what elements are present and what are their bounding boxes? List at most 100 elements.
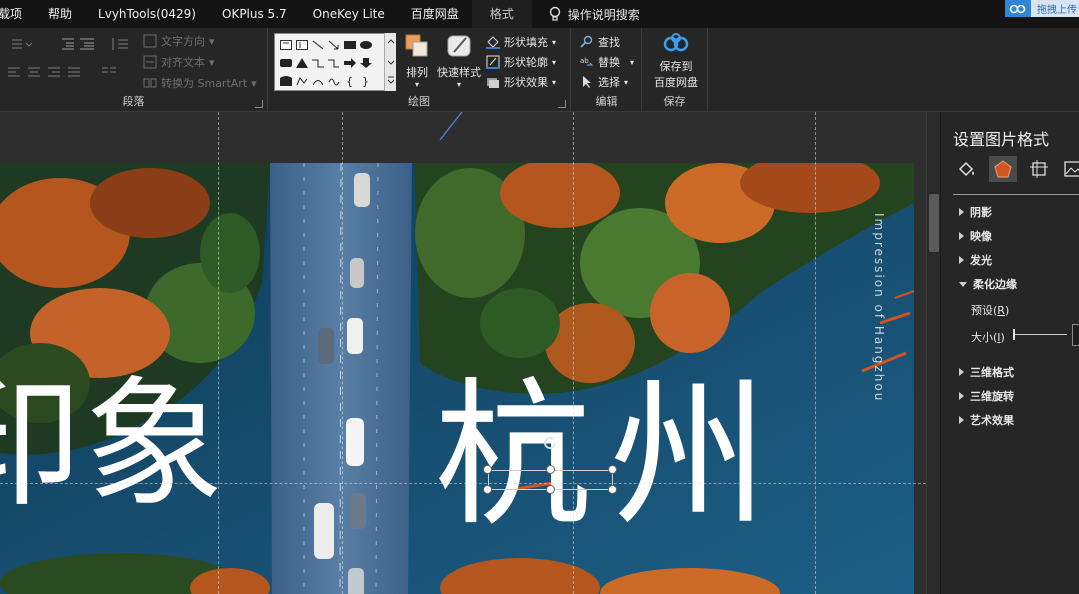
selection-handle[interactable] (546, 485, 555, 494)
menu-baidu-netdisk[interactable]: 百度网盘 (398, 0, 472, 28)
vertical-scrollbar[interactable] (926, 112, 940, 594)
shape-fill-label: 形状填充 (504, 36, 548, 49)
tab-effects[interactable] (989, 156, 1017, 182)
tab-picture[interactable] (1059, 156, 1079, 182)
gallery-scroll[interactable] (384, 33, 396, 91)
tab-fill-line[interactable] (953, 156, 981, 182)
tell-me-search[interactable]: 操作说明搜索 (532, 6, 640, 23)
alignment-buttons[interactable] (6, 66, 92, 80)
align-text-button[interactable]: 对齐文本 ▾ (143, 54, 215, 70)
baidu-upload-badge[interactable]: 拖拽上传 (1005, 0, 1079, 17)
text-direction-button[interactable]: 文字方向 ▾ (143, 33, 215, 49)
size-slider-thumb[interactable] (1013, 329, 1015, 340)
select-button[interactable]: 选择 ▾ (580, 74, 628, 90)
columns-button[interactable] (100, 66, 122, 80)
tab-format[interactable]: 格式 (471, 0, 532, 28)
section-3d-format[interactable]: 三维格式 (959, 364, 1014, 380)
triangle-shape[interactable] (294, 54, 309, 72)
connector-line[interactable] (438, 112, 464, 142)
size-spin-box[interactable] (1072, 324, 1079, 346)
section-3d-rotation[interactable]: 三维旋转 (959, 388, 1014, 404)
rotate-handle-icon[interactable] (542, 435, 558, 451)
shape-outline-button[interactable]: 形状轮廓 ▾ (486, 54, 556, 70)
section-soft-edges[interactable]: 柔化边缘 (959, 276, 1017, 292)
scribble-shape[interactable] (326, 72, 341, 90)
find-button[interactable]: 查找 (580, 34, 620, 50)
freeform-shape[interactable] (294, 72, 309, 90)
text-direction-label: 文字方向 (161, 35, 205, 48)
scrollbar-thumb[interactable] (929, 194, 939, 252)
line-shape[interactable] (310, 36, 325, 54)
shape-effects-button[interactable]: 形状效果 ▾ (486, 74, 556, 90)
quick-styles-button[interactable]: 快速样式 ▾ (436, 32, 482, 89)
section-glow[interactable]: 发光 (959, 252, 992, 268)
vertical-caption[interactable]: Impression of Hangzhou (870, 213, 886, 402)
shape-fill-button[interactable]: 形状填充 ▾ (486, 34, 556, 50)
section-reflection[interactable]: 映像 (959, 228, 992, 244)
find-label: 查找 (598, 36, 620, 49)
editing-group: 查找 ab 替换 ▾ 选择 ▾ 编辑 (572, 28, 642, 112)
section-soft-edges-label: 柔化边缘 (973, 278, 1017, 291)
line-spacing-button[interactable] (110, 37, 136, 51)
ribbon: 文字方向 ▾ 对齐文本 ▾ 转换为 SmartArt ▾ 段落 绘图 {} 排… (0, 28, 1079, 112)
elbow-arrow-shape[interactable] (326, 54, 341, 72)
title-right[interactable]: 杭州 (434, 371, 786, 541)
section-artistic-effects[interactable]: 艺术效果 (959, 412, 1014, 428)
rectangle-shape[interactable] (342, 36, 357, 54)
selection-handle[interactable] (483, 485, 492, 494)
down-arrow-shape[interactable] (358, 54, 373, 72)
pen-outline-icon (486, 55, 500, 69)
convert-smartart-button[interactable]: 转换为 SmartArt ▾ (143, 75, 257, 91)
align-text-label: 对齐文本 (161, 56, 205, 69)
size-slider[interactable] (1015, 334, 1067, 335)
curve-shape[interactable] (310, 72, 325, 90)
smartart-icon (143, 78, 157, 88)
selection-handle[interactable] (483, 465, 492, 474)
menu-help[interactable]: 帮助 (35, 0, 85, 28)
replace-button[interactable]: ab 替换 ▾ (580, 54, 634, 70)
selection-handle[interactable] (608, 485, 617, 494)
right-brace-shape[interactable]: } (358, 72, 373, 90)
menu-lvyhtools[interactable]: LvyhTools(0429) (85, 0, 209, 28)
svg-text:ab: ab (580, 57, 589, 65)
slide[interactable]: 印象 杭州 Impression of Hangzhou (0, 163, 914, 594)
textbox-shape[interactable] (278, 36, 293, 54)
replace-label: 替换 (598, 56, 620, 69)
menu-addins[interactable]: 加载项 (0, 0, 35, 28)
elbow-connector-shape[interactable] (310, 54, 325, 72)
decrease-indent-button[interactable] (58, 37, 98, 51)
section-shadow[interactable]: 阴影 (959, 204, 992, 220)
tab-size-properties[interactable] (1025, 156, 1053, 182)
selection-handle[interactable] (546, 465, 555, 474)
vertical-textbox-shape[interactable] (294, 36, 309, 54)
fill-line-icon (958, 161, 974, 177)
oval-shape[interactable] (358, 36, 373, 54)
bullets-button[interactable] (6, 37, 32, 51)
menu-okplus[interactable]: OKPlus 5.7 (209, 0, 300, 28)
paragraph-dialog-launcher[interactable] (255, 100, 263, 108)
arrow-line-shape[interactable] (326, 36, 341, 54)
arrange-button[interactable]: 排列 ▾ (400, 32, 434, 89)
preset-label: 预设(R) (971, 304, 1010, 317)
shape-gallery[interactable]: { } (274, 33, 396, 91)
numbered-list-icon (12, 39, 32, 49)
selection-handle[interactable] (608, 465, 617, 474)
rounded-rect-shape[interactable] (278, 54, 293, 72)
left-brace-shape[interactable]: { (342, 72, 357, 90)
flowchart-shape[interactable] (278, 72, 293, 90)
menu-onekey-lite[interactable]: OneKey Lite (300, 0, 398, 28)
size-label: 大小(I) (971, 331, 1005, 344)
right-arrow-shape[interactable] (342, 54, 357, 72)
size-properties-icon (1030, 160, 1048, 178)
save-group: 保存到 百度网盘 保存 (642, 28, 708, 112)
title-left[interactable]: 印象 (0, 371, 226, 521)
section-shadow-label: 阴影 (970, 206, 992, 219)
drawing-dialog-launcher[interactable] (558, 100, 566, 108)
expand-arrow-icon (959, 368, 964, 376)
editing-group-label: 编辑 (595, 95, 618, 108)
save-to-baidu-button[interactable]: 保存到 百度网盘 (648, 32, 704, 90)
text-direction-icon (143, 34, 157, 48)
shape-effects-icon (487, 78, 499, 88)
section-artistic-effects-label: 艺术效果 (970, 414, 1014, 427)
effects-icon (994, 160, 1012, 178)
